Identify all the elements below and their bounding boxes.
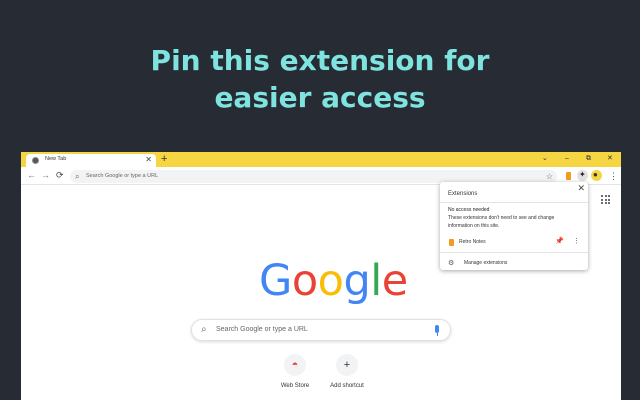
apps-grid-icon[interactable]	[601, 195, 610, 204]
profile-glyph: ●	[593, 170, 598, 179]
add-glyph: +	[343, 359, 351, 371]
tab-search-chevron-icon[interactable]: ⌄	[542, 154, 548, 164]
profile-icon[interactable]: ●	[591, 170, 602, 181]
web-store-glyph: ◓	[291, 359, 299, 371]
divider	[440, 252, 588, 253]
restore-button[interactable]: ⧉	[586, 154, 591, 164]
more-options-icon[interactable]: ⋮	[573, 237, 580, 247]
forward-icon[interactable]: →	[41, 170, 50, 181]
back-icon[interactable]: ←	[27, 170, 36, 181]
shortcut-label: Web Store	[280, 383, 310, 389]
logo-letter: g	[343, 256, 371, 306]
search-icon: ⌕	[201, 324, 207, 335]
logo-letter: l	[370, 256, 382, 306]
tab-strip: New Tab ✕ + ⌄ – ⧉ ✕	[21, 152, 621, 167]
logo-letter: G	[259, 256, 292, 306]
shortcut-web-store[interactable]: ◓ Web Store	[265, 354, 325, 389]
tab-new-tab[interactable]: New Tab ✕	[26, 154, 156, 167]
headline: Pin this extension for easier access	[0, 42, 640, 116]
search-box[interactable]: ⌕ Search Google or type a URL	[191, 319, 451, 341]
headline-line-1: Pin this extension for	[150, 44, 490, 77]
puzzle-glyph: ✦	[579, 170, 586, 179]
divider	[440, 202, 588, 203]
minimize-button[interactable]: –	[565, 154, 569, 164]
headline-line-2: easier access	[214, 81, 426, 114]
section-title: No access needed	[448, 207, 490, 213]
chrome-favicon-icon	[32, 157, 39, 164]
manage-extensions-link[interactable]: Manage extensions	[464, 260, 507, 266]
tab-title: New Tab	[45, 156, 67, 162]
popup-title: Extensions	[448, 191, 478, 197]
window-close-button[interactable]: ✕	[607, 154, 613, 164]
search-icon: ⌕	[75, 172, 80, 181]
extensions-popup: ✕ Extensions No access needed These exte…	[440, 182, 588, 270]
shortcut-label: Add shortcut	[330, 383, 364, 389]
web-store-icon: ◓	[284, 354, 306, 376]
search-input[interactable]: Search Google or type a URL	[216, 320, 308, 340]
extension-name[interactable]: Retro Notes	[459, 239, 486, 245]
add-shortcut-icon: +	[336, 354, 358, 376]
menu-icon[interactable]: ⋮	[609, 170, 618, 182]
google-logo: Google	[259, 258, 408, 304]
section-description: These extensions don't need to see and c…	[448, 215, 555, 229]
logo-letter: o	[291, 256, 318, 306]
extension-icon[interactable]	[564, 171, 574, 181]
reload-icon[interactable]: ⟳	[56, 170, 64, 181]
pin-icon[interactable]: 📌	[555, 237, 564, 247]
close-icon[interactable]: ✕	[577, 183, 585, 193]
tab-close-icon[interactable]: ✕	[145, 155, 152, 165]
browser-window: New Tab ✕ + ⌄ – ⧉ ✕ ← → ⟳ ⌕ Search Googl…	[21, 152, 621, 400]
shortcut-add[interactable]: + Add shortcut	[317, 354, 377, 389]
logo-letter: e	[381, 256, 408, 306]
gear-icon: ⚙	[448, 260, 455, 267]
mic-icon[interactable]	[435, 325, 439, 336]
new-tab-button[interactable]: +	[161, 153, 167, 165]
logo-letter: o	[317, 256, 344, 306]
puzzle-icon[interactable]: ✦	[577, 170, 588, 181]
omnibox-placeholder[interactable]: Search Google or type a URL	[86, 170, 158, 183]
extension-icon	[449, 239, 454, 246]
